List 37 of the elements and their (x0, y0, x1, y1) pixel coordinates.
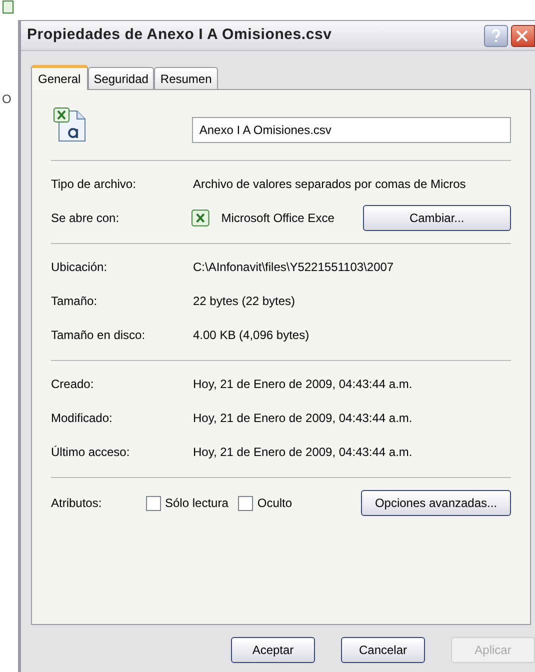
tab[interactable]: Seguridad (88, 67, 154, 89)
checkbox-label: Sólo lectura (165, 495, 228, 512)
field-value: Archivo de valores separados por comas de Micros (193, 176, 466, 193)
spreadsheet-icon (191, 208, 212, 228)
close-icon (516, 30, 528, 42)
field-label: Tipo de archivo: (51, 176, 137, 193)
field-label: Creado: (51, 376, 95, 393)
checkbox[interactable] (146, 496, 161, 510)
window-title: Propiedades de Anexo I A Omisiones.csv (27, 25, 333, 46)
field-value: 4.00 KB (4,096 bytes) (193, 327, 310, 344)
dialog-button[interactable]: Cancelar (341, 637, 425, 663)
field-value: 22 bytes (22 bytes) (193, 293, 296, 310)
field-value: Microsoft Office Exce (221, 210, 336, 227)
field-value: Hoy, 21 de Enero de 2009, 04:43:44 a.m. (193, 410, 412, 427)
checkbox[interactable] (238, 496, 254, 510)
field-label: Tamaño en disco: (51, 327, 146, 344)
checkbox-label: Oculto (257, 495, 292, 512)
dialog-button[interactable]: Aceptar (231, 637, 315, 663)
field-label: Modificado: (51, 410, 114, 427)
field-value: Hoy, 21 de Enero de 2009, 04:43:44 a.m. (193, 376, 412, 393)
field-label: Atributos: (51, 495, 103, 512)
field-label: Ubicación: (51, 259, 108, 276)
field-label: Se abre con: (51, 210, 120, 227)
advanced-options-button[interactable]: Opciones avanzadas... (361, 490, 511, 516)
file-icon (2, 0, 16, 14)
background-label: O (2, 91, 12, 108)
field-label: Tamaño: (51, 293, 98, 310)
field-value: C:\AInfonavit\files\Y5221551103\2007 (193, 259, 394, 276)
file-name-field[interactable]: Anexo I A Omisiones.csv (192, 117, 511, 143)
help-button[interactable] (484, 24, 508, 46)
close-button[interactable] (511, 24, 535, 46)
help-icon (491, 28, 501, 42)
change-button[interactable]: Cambiar... (362, 205, 511, 231)
tab[interactable]: Resumen (154, 67, 218, 89)
field-value: Hoy, 21 de Enero de 2009, 04:43:44 a.m. (193, 444, 412, 461)
tab[interactable]: General (31, 65, 88, 90)
field-label: Último acceso: (51, 444, 131, 461)
